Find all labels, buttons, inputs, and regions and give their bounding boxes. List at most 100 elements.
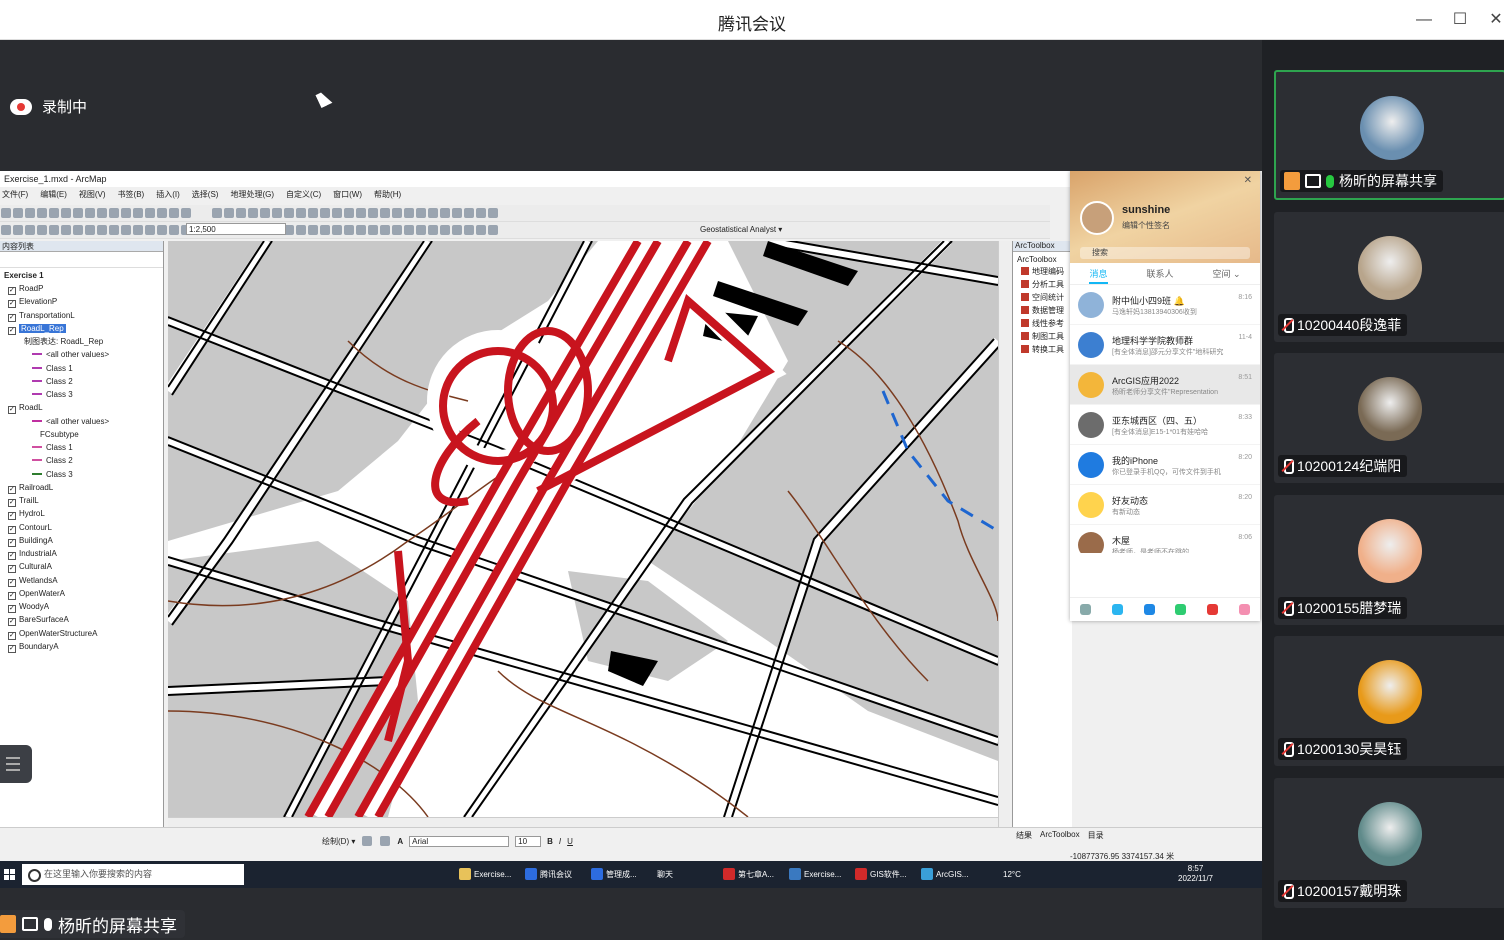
menu-item[interactable]: 自定义(C) (286, 189, 321, 203)
toolbar-button-icon[interactable] (392, 225, 402, 235)
checkbox-icon[interactable]: ✓ (8, 300, 16, 309)
toolbar-button-icon[interactable] (440, 208, 450, 218)
text-icon[interactable]: A (397, 837, 403, 846)
taskbar-clock[interactable]: 8:57 2022/11/7 (1178, 864, 1213, 884)
checkbox-icon[interactable]: ✓ (8, 287, 16, 295)
italic-icon[interactable]: I (559, 837, 561, 846)
checkbox-icon[interactable]: ✓ (8, 525, 16, 534)
toolbar-button-icon[interactable] (73, 208, 83, 218)
toolbar-button-icon[interactable] (380, 208, 390, 218)
checkbox-icon[interactable]: ✓ (8, 538, 16, 547)
toc-item[interactable]: ✓ TransportationL (8, 310, 75, 322)
taskbar-app[interactable]: 第七章A... (720, 865, 782, 884)
participant-tile[interactable]: 10200440段逸菲 (1274, 211, 1504, 342)
toolbar-button-icon[interactable] (404, 225, 414, 235)
toolbar-button-icon[interactable] (344, 225, 354, 235)
toc-item[interactable]: ✓ ContourL (8, 522, 52, 534)
toolbar-button-icon[interactable] (452, 225, 462, 235)
toc-item[interactable]: Class 3 (32, 469, 73, 481)
menu-item[interactable]: 书签(B) (118, 189, 145, 203)
bottom-tab[interactable]: ArcToolbox (1040, 830, 1080, 841)
toc-item[interactable]: ✓ RailroadL (8, 482, 53, 494)
toolbar-button-icon[interactable] (109, 208, 119, 218)
toolbar-button-icon[interactable] (356, 208, 366, 218)
toolbar-button-icon[interactable] (308, 208, 318, 218)
toc-item[interactable]: 制图表达: RoadL_Rep (24, 336, 103, 348)
toolbar-button-icon[interactable] (284, 208, 294, 218)
toc-item[interactable]: Class 1 (32, 442, 73, 454)
toolbar-button-icon[interactable] (169, 225, 179, 235)
taskbar-app[interactable]: Exercise... (786, 865, 848, 884)
minimize-icon[interactable]: — (1412, 8, 1436, 32)
checkbox-icon[interactable]: ✓ (8, 512, 16, 521)
toolbar-button-icon[interactable] (109, 225, 119, 235)
bottom-tabs[interactable]: 结果 ArcToolbox 目录 (1016, 830, 1104, 841)
toolbar-button-icon[interactable] (121, 225, 131, 235)
toolbar-button-icon[interactable] (308, 225, 318, 235)
toolbar-button-icon[interactable] (13, 225, 23, 235)
toolbar-button-icon[interactable] (157, 225, 167, 235)
toc-item[interactable]: ✓ IndustrialA (8, 548, 57, 560)
toolbar-button-icon[interactable] (296, 225, 306, 235)
checkbox-icon[interactable]: ✓ (8, 499, 16, 507)
toolbar-button-icon[interactable] (476, 225, 486, 235)
toolbar-row-2[interactable] (0, 222, 1050, 239)
toc-item[interactable]: ✓ TrailL (8, 495, 39, 507)
toc-toolbar[interactable] (0, 252, 163, 268)
toolbar-button-icon[interactable] (224, 208, 234, 218)
checkbox-icon[interactable]: ✓ (8, 406, 16, 415)
toc-item[interactable]: ✓ RoadL (8, 402, 43, 415)
underline-icon[interactable]: U (567, 837, 573, 846)
toolbar-button-icon[interactable] (248, 208, 258, 218)
toolbar-button-icon[interactable] (464, 208, 474, 218)
toolbar-button-icon[interactable] (85, 208, 95, 218)
font-select[interactable]: Arial (409, 835, 510, 847)
participant-tile[interactable]: 10200155腊梦瑞 (1274, 494, 1504, 625)
toolbar-button-icon[interactable] (133, 225, 143, 235)
menu-item[interactable]: 帮助(H) (374, 189, 401, 203)
toolbar-button-icon[interactable] (476, 208, 486, 218)
maximize-icon[interactable]: ☐ (1448, 8, 1472, 32)
toc-item[interactable]: ✓ BareSurfaceA (8, 614, 69, 627)
toolbar-button-icon[interactable] (332, 208, 342, 218)
qq-avatar[interactable] (1080, 201, 1114, 235)
menu-item[interactable]: 窗口(W) (333, 189, 362, 203)
play-icon[interactable] (1175, 604, 1187, 615)
toc-item[interactable]: ✓ HydroL (8, 508, 45, 521)
toolbar-button-icon[interactable] (49, 208, 59, 218)
taskbar-app[interactable]: 聊天 (654, 865, 716, 884)
checkbox-icon[interactable]: ✓ (8, 605, 16, 613)
qq-message-item[interactable]: 我的iPhone 你已登录手机QQ，可传文件到手机 8:20 (1070, 445, 1260, 485)
toolbar-button-icon[interactable] (97, 225, 107, 235)
toolbar-button-icon[interactable] (440, 225, 450, 235)
bold-icon[interactable]: B (547, 837, 553, 846)
toolbar-button-icon[interactable] (392, 208, 402, 218)
bottom-tab[interactable]: 目录 (1088, 830, 1104, 841)
checkbox-icon[interactable]: ✓ (8, 326, 16, 335)
qq-signature[interactable]: 编辑个性签名 (1122, 220, 1170, 231)
taskbar-app[interactable]: GIS软件... (852, 865, 914, 884)
menu-item[interactable]: 编辑(E) (40, 189, 67, 203)
toolbox-item[interactable]: 数据管理 (1021, 305, 1064, 317)
toolbar-button-icon[interactable] (380, 225, 390, 235)
toolbar-button-icon[interactable] (236, 208, 246, 218)
taskbar-app[interactable]: Exercise... (456, 865, 518, 884)
toolbar-button-icon[interactable] (488, 208, 498, 218)
toolbar-button-icon[interactable] (488, 225, 498, 235)
toc-item[interactable]: Class 3 (32, 389, 73, 401)
participant-tile[interactable]: 10200130吴昊钰 (1274, 636, 1504, 766)
toolbar-button-icon[interactable] (25, 208, 35, 218)
toolbox-item[interactable]: 制图工具 (1021, 331, 1064, 343)
map-view[interactable] (168, 241, 998, 817)
map-horizontal-scrollbar[interactable] (168, 817, 998, 827)
checkbox-icon[interactable]: ✓ (8, 552, 16, 560)
floating-menu-button[interactable] (0, 745, 32, 783)
toc-item[interactable]: ✓ ElevationP (8, 296, 57, 309)
qq-message-item[interactable]: 地理科学学院教师群 [有全体消息]邵元分享文件"地科研究 11-4 (1070, 325, 1260, 365)
toolbox-item[interactable]: 地理编码 (1021, 266, 1064, 278)
toolbar-button-icon[interactable] (260, 208, 270, 218)
checkbox-icon[interactable]: ✓ (8, 578, 16, 587)
toolbar-row-1[interactable] (0, 205, 1050, 222)
toolbar-button-icon[interactable] (416, 225, 426, 235)
toolbar-button-icon[interactable] (145, 208, 155, 218)
